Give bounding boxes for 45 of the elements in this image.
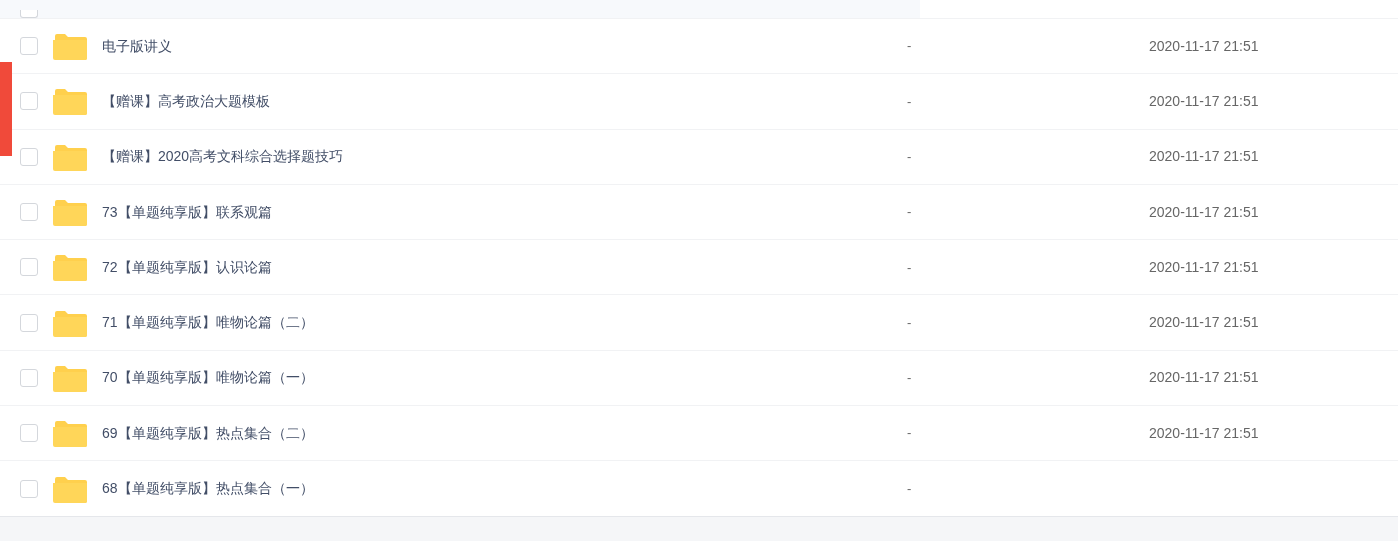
folder-icon	[53, 253, 87, 282]
checkbox[interactable]	[20, 92, 38, 111]
file-size: -	[907, 479, 913, 498]
modified-date: 2020-11-17 21:51	[1149, 313, 1259, 333]
file-name[interactable]: 70【单题纯享版】唯物论篇（一）	[102, 367, 907, 389]
folder-icon	[53, 308, 87, 337]
folder-icon	[53, 198, 87, 227]
checkbox[interactable]	[20, 424, 38, 443]
checkbox[interactable]	[20, 313, 38, 332]
folder-icon	[53, 142, 87, 171]
folder-icon	[53, 419, 87, 448]
modified-date: 2020-11-17 21:51	[1149, 202, 1259, 222]
file-name[interactable]: 73【单题纯享版】联系观篇	[102, 201, 907, 223]
checkbox[interactable]	[20, 368, 38, 387]
file-size: -	[907, 92, 913, 111]
file-name[interactable]: 【赠课】2020高考文科综合选择题技巧	[102, 146, 907, 168]
file-size: -	[907, 369, 913, 388]
file-size: -	[907, 424, 913, 443]
checkbox[interactable]	[20, 147, 38, 166]
file-name[interactable]: 69【单题纯享版】热点集合（二）	[102, 422, 907, 444]
modified-date: 2020-11-17 21:51	[1149, 423, 1259, 443]
file-name[interactable]: 电子版讲义	[102, 35, 907, 57]
file-size: -	[907, 258, 913, 277]
folder-icon	[53, 32, 87, 61]
side-tab[interactable]	[0, 62, 12, 156]
modified-date: 2020-11-17 21:51	[1149, 257, 1259, 277]
folder-icon	[53, 363, 87, 392]
folder-icon	[53, 87, 87, 116]
checkbox[interactable]	[20, 203, 38, 222]
modified-date: 2020-11-17 21:51	[1149, 368, 1259, 388]
file-size: -	[907, 313, 913, 332]
modified-date: 2020-11-17 21:51	[1149, 91, 1259, 111]
file-name[interactable]: 71【单题纯享版】唯物论篇（二）	[102, 312, 907, 334]
modified-date: 2020-11-17 21:51	[1149, 147, 1259, 167]
file-name[interactable]: 【赠课】高考政治大题模板	[102, 90, 907, 112]
file-size: -	[907, 148, 913, 166]
checkbox[interactable]	[20, 37, 38, 56]
file-size: -	[907, 37, 913, 56]
file-size: -	[907, 203, 913, 222]
file-name[interactable]: 72【单题纯享版】认识论篇	[102, 256, 907, 278]
checkbox[interactable]	[20, 258, 38, 277]
checkbox[interactable]	[20, 479, 38, 498]
file-name[interactable]: 68【单题纯享版】热点集合（一）	[102, 478, 907, 499]
modified-date: 2020-11-17 21:51	[1149, 36, 1259, 56]
folder-icon	[53, 474, 87, 503]
